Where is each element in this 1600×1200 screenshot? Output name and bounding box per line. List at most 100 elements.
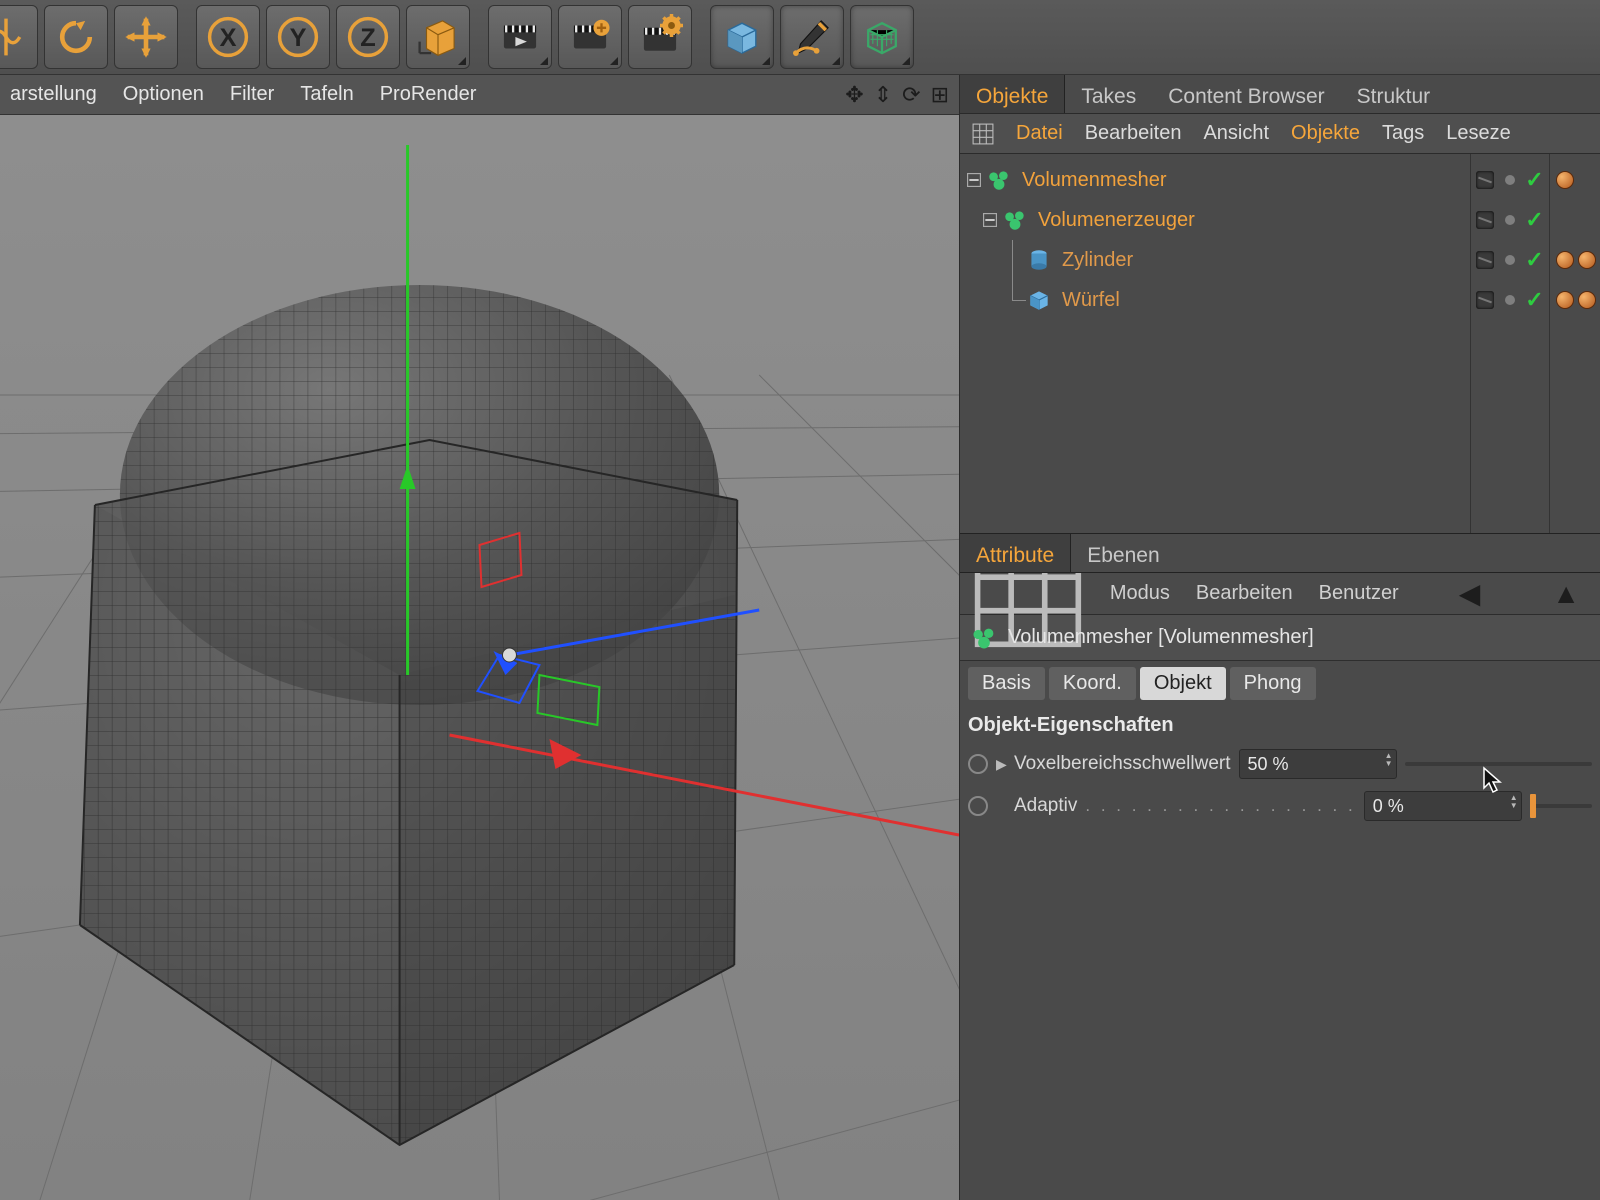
enable-check-icon[interactable]: ✓ — [1525, 209, 1543, 231]
tab-objekte[interactable]: Objekte — [960, 75, 1065, 113]
enable-check-icon[interactable]: ✓ — [1525, 289, 1543, 311]
param-label: Adaptiv — [1014, 795, 1077, 817]
attribute-tabs: Attribute Ebenen — [960, 534, 1600, 573]
phong-tag-icon[interactable] — [1578, 291, 1596, 309]
expand-icon[interactable] — [982, 212, 998, 228]
nav-back-icon[interactable]: ◀ — [1451, 577, 1489, 610]
om-menu-ansicht[interactable]: Ansicht — [1203, 122, 1269, 145]
object-visibility-column: ✓ ✓ ✓ ✓ — [1470, 154, 1550, 533]
tree-row-wuerfel[interactable]: Würfel — [960, 280, 1470, 320]
layer-toggle[interactable] — [1476, 171, 1494, 189]
object-tags-column — [1550, 154, 1600, 533]
om-menu-bearbeiten[interactable]: Bearbeiten — [1085, 122, 1182, 145]
coord-system-button[interactable] — [406, 5, 470, 69]
om-menu-objekte[interactable]: Objekte — [1291, 122, 1360, 145]
spin-down-icon[interactable]: ▼ — [1510, 802, 1518, 810]
om-menu-lesezeichen[interactable]: Leseze — [1446, 122, 1511, 145]
phong-tag-icon[interactable] — [1556, 171, 1574, 189]
object-manager-menu: Datei Bearbeiten Ansicht Objekte Tags Le… — [960, 114, 1600, 154]
subtab-phong[interactable]: Phong — [1230, 667, 1316, 700]
param-value-field[interactable]: 0 % ▲▼ — [1364, 791, 1522, 821]
tree-row-volumenerzeuger[interactable]: Volumenerzeuger — [960, 200, 1470, 240]
spin-down-icon[interactable]: ▼ — [1385, 760, 1393, 768]
tool-symmetry-button[interactable] — [0, 5, 38, 69]
vis-dot[interactable] — [1505, 215, 1515, 225]
subtab-basis[interactable]: Basis — [968, 667, 1045, 700]
param-voxel-threshold: ▶ Voxelbereichsschwellwert 50 % ▲▼ — [960, 743, 1600, 785]
viewport-menu-options[interactable]: Optionen — [123, 83, 204, 106]
param-slider[interactable] — [1530, 791, 1592, 821]
subtab-koord[interactable]: Koord. — [1049, 667, 1136, 700]
object-tree: Volumenmesher Volumenerzeuger Zylinder — [960, 154, 1470, 533]
viewport-rotate-icon[interactable]: ⟳ — [902, 82, 920, 108]
attr-menu-bearbeiten[interactable]: Bearbeiten — [1196, 582, 1293, 605]
svg-text:Z: Z — [360, 24, 375, 52]
viewport-move-icon[interactable]: ✥ — [845, 82, 863, 108]
view-grid-icon[interactable] — [972, 123, 994, 145]
phong-tag-icon[interactable] — [1578, 251, 1596, 269]
viewport-menu-display[interactable]: arstellung — [10, 83, 97, 106]
phong-tag-icon[interactable] — [1556, 291, 1574, 309]
nav-up-icon[interactable]: ▲ — [1544, 578, 1588, 610]
render-settings-button[interactable] — [628, 5, 692, 69]
axis-x-button[interactable]: X — [196, 5, 260, 69]
param-value-field[interactable]: 50 % ▲▼ — [1239, 749, 1397, 779]
viewport-menu-panels[interactable]: Tafeln — [300, 83, 353, 106]
disclose-icon[interactable]: ▶ — [996, 756, 1006, 773]
attribute-menu: Modus Bearbeiten Benutzer ◀ ▲ — [960, 573, 1600, 615]
keyframe-toggle[interactable] — [968, 796, 988, 816]
tab-attribute[interactable]: Attribute — [960, 534, 1071, 572]
subtab-objekt[interactable]: Objekt — [1140, 667, 1226, 700]
viewport-menubar: arstellung Optionen Filter Tafeln ProRen… — [0, 75, 959, 115]
attr-menu-benutzer[interactable]: Benutzer — [1319, 582, 1399, 605]
attribute-subtabs: Basis Koord. Objekt Phong — [960, 661, 1600, 706]
viewport-zoom-icon[interactable]: ⇕ — [874, 82, 892, 108]
render-view-button[interactable] — [488, 5, 552, 69]
enable-check-icon[interactable]: ✓ — [1525, 249, 1543, 271]
tree-row-volumenmesher[interactable]: Volumenmesher — [960, 160, 1470, 200]
tab-struktur[interactable]: Struktur — [1341, 75, 1447, 113]
om-menu-tags[interactable]: Tags — [1382, 122, 1424, 145]
param-value-text: 50 % — [1248, 754, 1289, 775]
generator-button[interactable] — [850, 5, 914, 69]
tree-row-zylinder[interactable]: Zylinder — [960, 240, 1470, 280]
attribute-head-label: Volumenmesher [Volumenmesher] — [1008, 626, 1314, 649]
viewport-3d[interactable] — [0, 115, 959, 1200]
vis-dot[interactable] — [1505, 255, 1515, 265]
volume-builder-icon — [1002, 207, 1028, 233]
volume-mesher-icon — [986, 167, 1012, 193]
layer-toggle[interactable] — [1476, 291, 1494, 309]
enable-check-icon[interactable]: ✓ — [1525, 169, 1543, 191]
tool-move-button[interactable] — [114, 5, 178, 69]
axis-z-button[interactable]: Z — [336, 5, 400, 69]
render-region-button[interactable] — [558, 5, 622, 69]
keyframe-toggle[interactable] — [968, 754, 988, 774]
phong-tag-icon[interactable] — [1556, 251, 1574, 269]
svg-text:X: X — [220, 24, 237, 52]
param-slider[interactable] — [1405, 749, 1593, 779]
tool-rotate-button[interactable] — [44, 5, 108, 69]
vis-dot[interactable] — [1505, 295, 1515, 305]
cylinder-icon — [1026, 247, 1052, 273]
tab-takes[interactable]: Takes — [1065, 75, 1152, 113]
viewport-menu-filter[interactable]: Filter — [230, 83, 274, 106]
spline-pen-button[interactable] — [780, 5, 844, 69]
expand-icon[interactable] — [966, 172, 982, 188]
layer-toggle[interactable] — [1476, 251, 1494, 269]
attr-menu-modus[interactable]: Modus — [1110, 582, 1170, 605]
tree-label: Würfel — [1062, 289, 1120, 312]
viewport-menu-prorender[interactable]: ProRender — [380, 83, 477, 106]
tab-ebenen[interactable]: Ebenen — [1071, 534, 1175, 572]
vis-dot[interactable] — [1505, 175, 1515, 185]
top-toolbar: X Y Z — [0, 0, 1600, 75]
layer-toggle[interactable] — [1476, 211, 1494, 229]
om-menu-datei[interactable]: Datei — [1016, 122, 1063, 145]
axis-y-button[interactable]: Y — [266, 5, 330, 69]
viewport-maximize-icon[interactable]: ⊞ — [931, 82, 949, 108]
attr-section-title: Objekt-Eigenschaften — [960, 706, 1600, 743]
primitive-cube-button[interactable] — [710, 5, 774, 69]
tree-label: Volumenmesher — [1022, 169, 1167, 192]
svg-text:Y: Y — [290, 24, 307, 52]
object-manager-tabs: Objekte Takes Content Browser Struktur — [960, 75, 1600, 114]
tab-content-browser[interactable]: Content Browser — [1152, 75, 1340, 113]
